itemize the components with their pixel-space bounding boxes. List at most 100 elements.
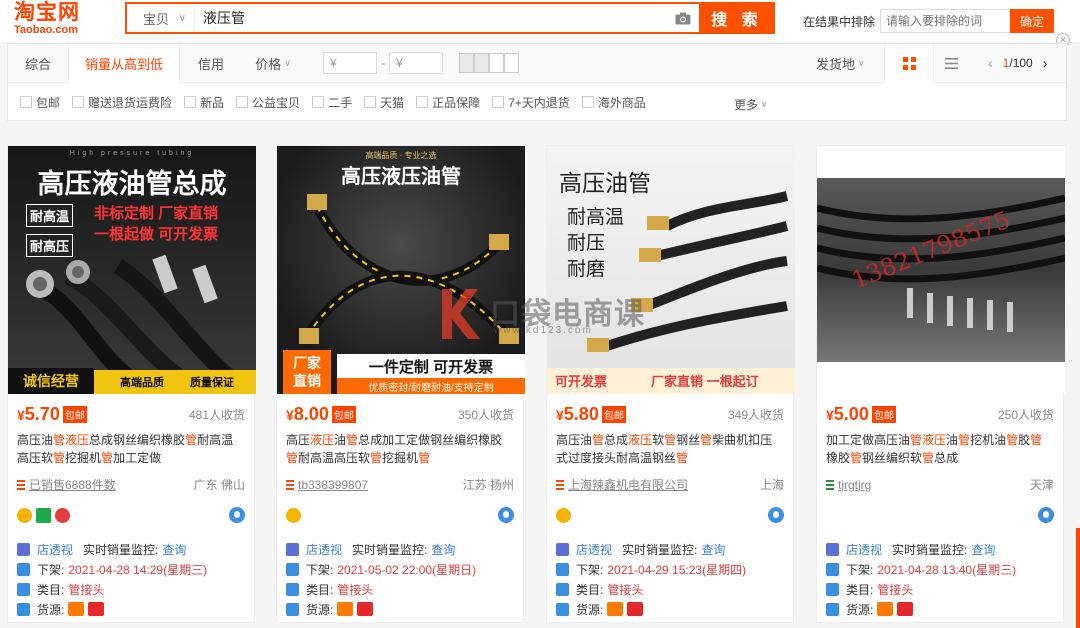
cat-value[interactable]: 管接头 — [877, 581, 913, 598]
pdd-source-icon[interactable] — [627, 602, 644, 616]
product-image[interactable]: High pressure tubing 高压液油管总成 耐高温 耐高压 非标定… — [8, 146, 256, 394]
service-icon[interactable] — [36, 507, 51, 523]
monitor-label: 实时销量监控: — [352, 542, 428, 557]
price-range-seg — [504, 53, 519, 73]
camera-search-icon[interactable] — [667, 4, 699, 32]
wangwang-chat-icon[interactable] — [1038, 507, 1054, 523]
product-card[interactable]: 13821798575 ¥5.00 包邮 250人收货 加工定做高压油管液压油管… — [816, 145, 1065, 623]
cat-value[interactable]: 管接头 — [337, 581, 373, 598]
price-range-seg — [489, 53, 504, 73]
checkbox[interactable] — [72, 96, 85, 108]
shop-name[interactable]: 上海辣鑫机电有限公司 — [568, 476, 688, 493]
price-min-input[interactable]: ¥ — [323, 52, 377, 74]
product-card[interactable]: 高压油管 耐高温 耐压 耐磨 可开发票 厂家直销 一根起订 ¥5.80 包邮 3… — [546, 145, 795, 623]
filter-baoyou[interactable]: 包邮 — [20, 94, 60, 111]
grid-view-icon[interactable] — [884, 44, 934, 83]
plugin-icon — [17, 542, 30, 556]
product-image[interactable]: 高压油管 耐高温 耐压 耐磨 可开发票 厂家直销 一根起订 — [547, 146, 795, 394]
shop-name[interactable]: tb338399807 — [298, 478, 368, 492]
off-label: 下架: — [37, 562, 65, 577]
cat-value[interactable]: 管接头 — [607, 581, 643, 598]
plugin-row: 货源: — [286, 600, 519, 618]
query-link[interactable]: 查询 — [701, 541, 725, 558]
filter-tmall[interactable]: 天猫 — [364, 94, 404, 111]
shop-name[interactable]: tjrgtjrg — [838, 478, 871, 492]
dtx-link[interactable]: 店透视 — [37, 541, 73, 558]
1688-source-icon[interactable] — [607, 602, 624, 616]
sort-tab-price[interactable]: 价格 ∨ — [242, 44, 304, 82]
sort-tab-sales[interactable]: 销量从高到低 — [68, 43, 180, 84]
product-title[interactable]: 高压油管液压总成钢丝编织橡胶管耐高温高压软管挖掘机管加工定做 — [17, 431, 245, 467]
shop-icon — [17, 479, 25, 490]
taobao-logo[interactable]: 淘宝网 Taobao.com — [14, 1, 98, 37]
sort-price-label: 价格 — [255, 56, 282, 72]
checkbox[interactable] — [416, 96, 429, 108]
gold-medal-icon[interactable] — [17, 507, 32, 523]
title-highlight: 管 — [922, 451, 935, 465]
off-label: 下架: — [576, 562, 604, 577]
pdd-source-icon[interactable] — [897, 602, 914, 616]
price-range-bar[interactable] — [459, 53, 519, 73]
product-title[interactable]: 高压油管总成液压软管钢丝管柴曲机扣压式过度接头耐高温钢丝管 — [556, 431, 784, 467]
product-image[interactable]: 13821798575 — [817, 146, 1065, 394]
prev-page-icon[interactable]: ‹ — [988, 55, 993, 71]
checkbox[interactable] — [312, 96, 325, 108]
product-card[interactable]: 高端品质 · 专业之选 高压液压油管 厂家 直销 一件定制 可开发票 优质密封/… — [276, 145, 525, 623]
product-card[interactable]: High pressure tubing 高压液油管总成 耐高温 耐高压 非标定… — [7, 145, 256, 623]
pdd-source-icon[interactable] — [357, 602, 374, 616]
off-time: 2021-05-02 22:00(星期日) — [337, 562, 477, 577]
filter-return-insurance[interactable]: 赠送退货运费险 — [72, 94, 172, 111]
pdd-source-icon[interactable] — [88, 602, 105, 616]
sort-tab-credit[interactable]: 信用 — [180, 44, 242, 82]
checkbox[interactable] — [581, 96, 594, 108]
checkbox[interactable] — [364, 96, 377, 108]
search-button[interactable]: 搜 索 — [699, 2, 775, 34]
dtx-link[interactable]: 店透视 — [306, 541, 342, 558]
location: 江苏 扬州 — [462, 478, 514, 492]
filter-7day-return[interactable]: 7+天内退货 — [492, 94, 570, 111]
filter-new[interactable]: 新品 — [184, 94, 224, 111]
baoyou-badge: 包邮 — [601, 406, 626, 423]
flower-icon[interactable] — [55, 507, 70, 523]
next-page-icon[interactable]: › — [1043, 55, 1048, 71]
1688-source-icon[interactable] — [337, 602, 354, 616]
product-image[interactable]: 高端品质 · 专业之选 高压液压油管 厂家 直销 一件定制 可开发票 优质密封/… — [277, 146, 525, 394]
filter-genuine[interactable]: 正品保障 — [416, 94, 480, 111]
filter-overseas[interactable]: 海外商品 — [581, 94, 646, 111]
checkbox[interactable] — [184, 96, 197, 108]
product-title[interactable]: 加工定做高压油管液压油管挖机油管胶管橡胶管钢丝编织软管总成 — [826, 431, 1054, 467]
plugin-row: 店透视 实时销量监控: 查询 — [286, 540, 519, 558]
gold-medal-icon[interactable] — [556, 507, 571, 523]
wangwang-chat-icon[interactable] — [498, 507, 514, 523]
filter-charity[interactable]: 公益宝贝 — [236, 94, 300, 111]
checkbox[interactable] — [236, 96, 249, 108]
1688-source-icon[interactable] — [68, 602, 85, 616]
1688-source-icon[interactable] — [877, 602, 894, 616]
search-category-select[interactable]: 宝贝 ∨ — [127, 4, 195, 32]
more-filters-button[interactable]: 更多 ∨ — [734, 96, 768, 113]
list-view-icon[interactable] — [934, 44, 968, 82]
ship-from-select[interactable]: 发货地 ∨ — [816, 44, 865, 82]
gold-medal-icon[interactable] — [286, 507, 301, 523]
shop-name[interactable]: 已销售6888件数 — [29, 476, 116, 493]
product-title[interactable]: 高压液压油管总成加工定做钢丝编织橡胶管耐高温高压软管挖掘机管 — [286, 431, 514, 467]
checkbox[interactable] — [20, 96, 32, 108]
plugin-icon — [286, 582, 299, 596]
query-link[interactable]: 查询 — [162, 541, 186, 558]
exclude-input[interactable] — [880, 9, 1011, 33]
search-input[interactable] — [195, 4, 667, 32]
dtx-link[interactable]: 店透视 — [846, 541, 882, 558]
title-highlight: 管 — [1030, 433, 1043, 447]
wangwang-chat-icon[interactable] — [229, 507, 245, 523]
price-max-input[interactable]: ¥ — [389, 52, 443, 74]
sort-tab-default[interactable]: 综合 — [8, 44, 68, 82]
dtx-link[interactable]: 店透视 — [576, 541, 612, 558]
exclude-confirm-button[interactable]: 确定 — [1010, 9, 1055, 33]
filter-secondhand[interactable]: 二手 — [312, 94, 352, 111]
checkbox[interactable] — [492, 96, 505, 108]
img-tag: 耐高温 — [26, 204, 74, 227]
query-link[interactable]: 查询 — [431, 541, 455, 558]
wangwang-chat-icon[interactable] — [768, 507, 784, 523]
query-link[interactable]: 查询 — [971, 541, 995, 558]
cat-value[interactable]: 管接头 — [68, 581, 104, 598]
